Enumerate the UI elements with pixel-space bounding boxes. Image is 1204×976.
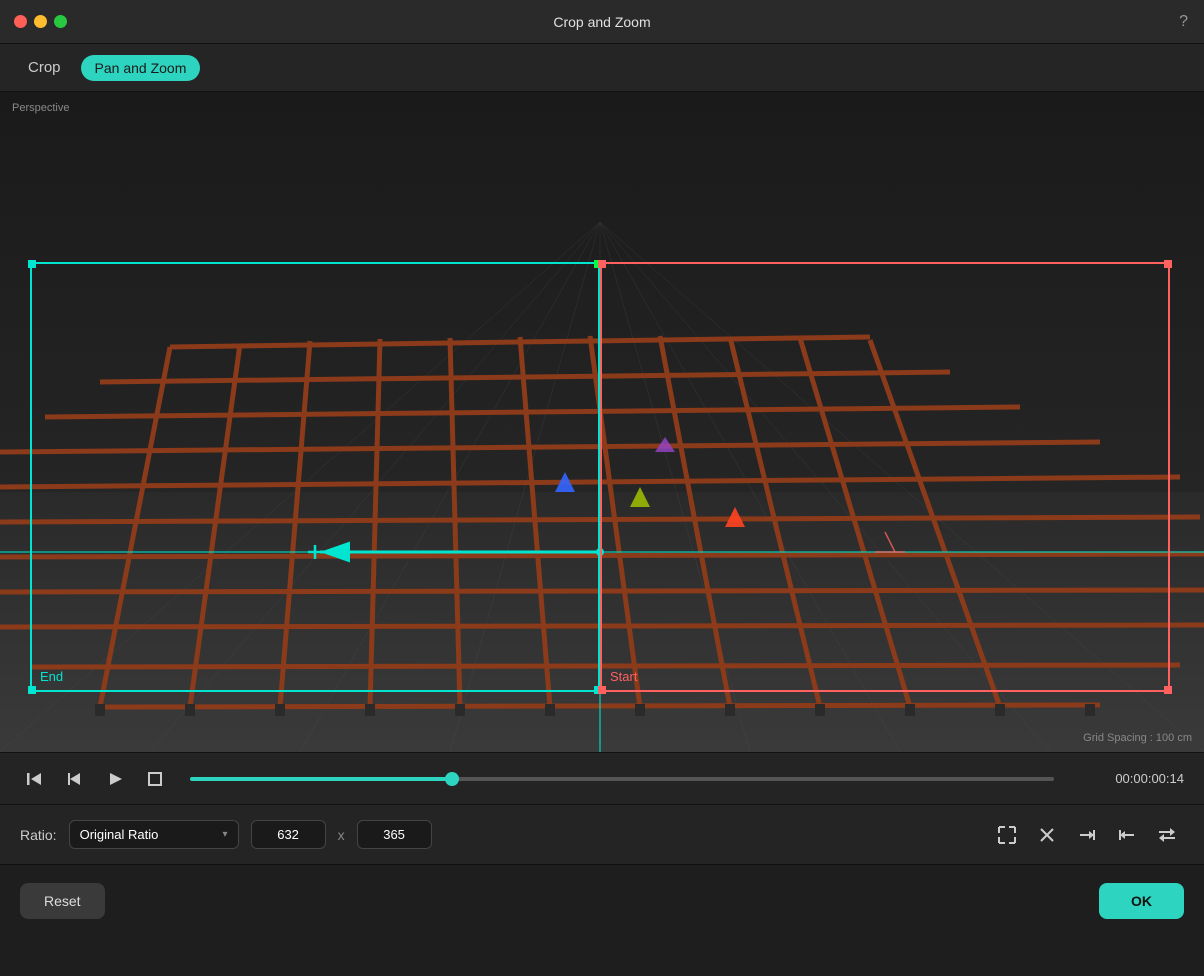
swap-button[interactable] (1150, 818, 1184, 852)
crop-fit-button[interactable] (990, 818, 1024, 852)
toolbar: Crop Pan and Zoom (0, 44, 1204, 92)
ratio-close-button[interactable] (1030, 818, 1064, 852)
ratio-label: Ratio: (20, 827, 57, 843)
timeline-bar: 00:00:00:14 (0, 752, 1204, 804)
pan-zoom-button[interactable]: Pan and Zoom (81, 55, 201, 81)
chevron-down-icon: ▾ (223, 829, 228, 840)
timeline-slider[interactable] (190, 777, 1054, 781)
ok-button[interactable]: OK (1099, 883, 1184, 919)
minimize-button[interactable] (34, 15, 47, 28)
ratio-select[interactable]: Original Ratio ▾ (69, 820, 239, 849)
step-back-button[interactable] (60, 764, 90, 794)
skip-back-button[interactable] (20, 764, 50, 794)
close-button[interactable] (14, 15, 27, 28)
window-controls (14, 15, 67, 28)
snap-right-button[interactable] (1070, 818, 1104, 852)
ratio-selected-option: Original Ratio (80, 827, 159, 842)
ratio-actions (990, 818, 1184, 852)
play-button[interactable] (100, 764, 130, 794)
perspective-label: Perspective (12, 102, 69, 114)
maximize-button[interactable] (54, 15, 67, 28)
reset-button[interactable]: Reset (20, 883, 105, 919)
stop-button[interactable] (140, 764, 170, 794)
timeline-time: 00:00:00:14 (1074, 771, 1184, 786)
viewport: Perspective Grid Spacing : 100 cm End St… (0, 92, 1204, 752)
crop-tab[interactable]: Crop (20, 55, 69, 80)
titlebar: Crop and Zoom ? (0, 0, 1204, 44)
grid-spacing-label: Grid Spacing : 100 cm (1083, 732, 1192, 744)
ratio-height-input[interactable] (357, 820, 432, 849)
ratio-x-separator: x (338, 827, 345, 843)
action-bar: Reset OK (0, 864, 1204, 936)
help-icon[interactable]: ? (1179, 13, 1188, 31)
ratio-bar: Ratio: Original Ratio ▾ x (0, 804, 1204, 864)
scene-svg (0, 92, 1204, 752)
timeline-slider-container (190, 777, 1054, 781)
ratio-width-input[interactable] (251, 820, 326, 849)
window-title: Crop and Zoom (553, 14, 650, 30)
snap-left-button[interactable] (1110, 818, 1144, 852)
